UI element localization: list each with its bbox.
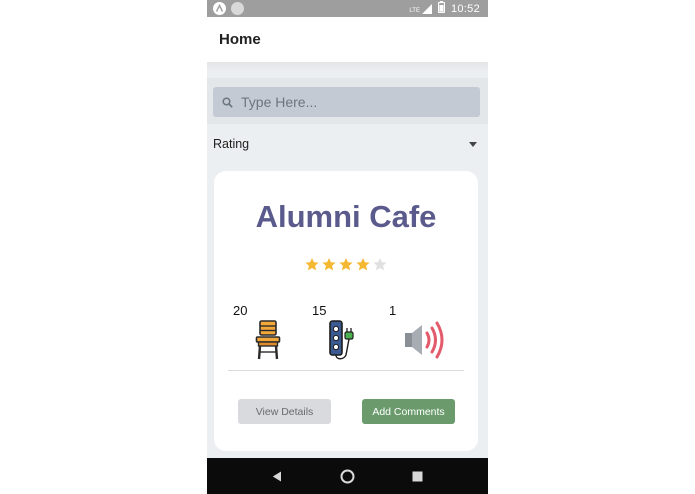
noise-count: 1: [389, 303, 397, 318]
view-details-button[interactable]: View Details: [238, 399, 331, 424]
status-bar: LTE 10:52: [207, 0, 488, 17]
search-icon: [222, 96, 233, 108]
phone-screen: LTE 10:52 Home Rating Alumni Cafe: [207, 0, 488, 494]
add-comments-button[interactable]: Add Comments: [362, 399, 455, 424]
search-input[interactable]: [241, 94, 471, 110]
star-filled-icon: [305, 257, 319, 271]
speaker-icon: [402, 319, 446, 366]
app-bar-shadow: [207, 62, 488, 72]
sync-icon: [231, 2, 244, 15]
status-right-icons: LTE 10:52: [409, 1, 480, 16]
page-title: Home: [219, 31, 261, 48]
power-strip-icon: [327, 319, 361, 366]
star-filled-icon: [322, 257, 336, 271]
search-bar[interactable]: [213, 87, 480, 117]
sort-dropdown[interactable]: Rating: [213, 133, 480, 155]
status-left-icons: [213, 2, 244, 15]
home-icon[interactable]: [338, 458, 356, 494]
outlets-count: 15: [312, 303, 327, 318]
card-divider: [228, 370, 464, 371]
battery-icon: [437, 1, 446, 16]
sort-dropdown-value: Rating: [213, 137, 250, 151]
cafe-card: Alumni Cafe 20 15 1 View Details Add Com…: [214, 171, 478, 451]
star-filled-icon: [339, 257, 353, 271]
network-type: LTE: [409, 7, 420, 14]
signal-icon: LTE: [409, 3, 432, 14]
back-icon[interactable]: [269, 458, 285, 494]
app-launcher-icon: [213, 2, 226, 15]
seats-count: 20: [233, 303, 248, 318]
chevron-down-icon: [469, 141, 477, 147]
star-empty-icon: [373, 257, 387, 271]
amenities-row: 20 15 1: [214, 303, 478, 363]
star-filled-icon: [356, 257, 370, 271]
system-nav-bar: [207, 458, 488, 494]
star-rating: [214, 257, 478, 272]
recents-icon[interactable]: [410, 458, 424, 494]
app-bar: Home: [207, 17, 488, 63]
chair-icon: [254, 319, 282, 366]
search-bar-container: [207, 78, 488, 124]
cafe-name: Alumni Cafe: [255, 199, 437, 234]
status-time: 10:52: [450, 2, 480, 15]
